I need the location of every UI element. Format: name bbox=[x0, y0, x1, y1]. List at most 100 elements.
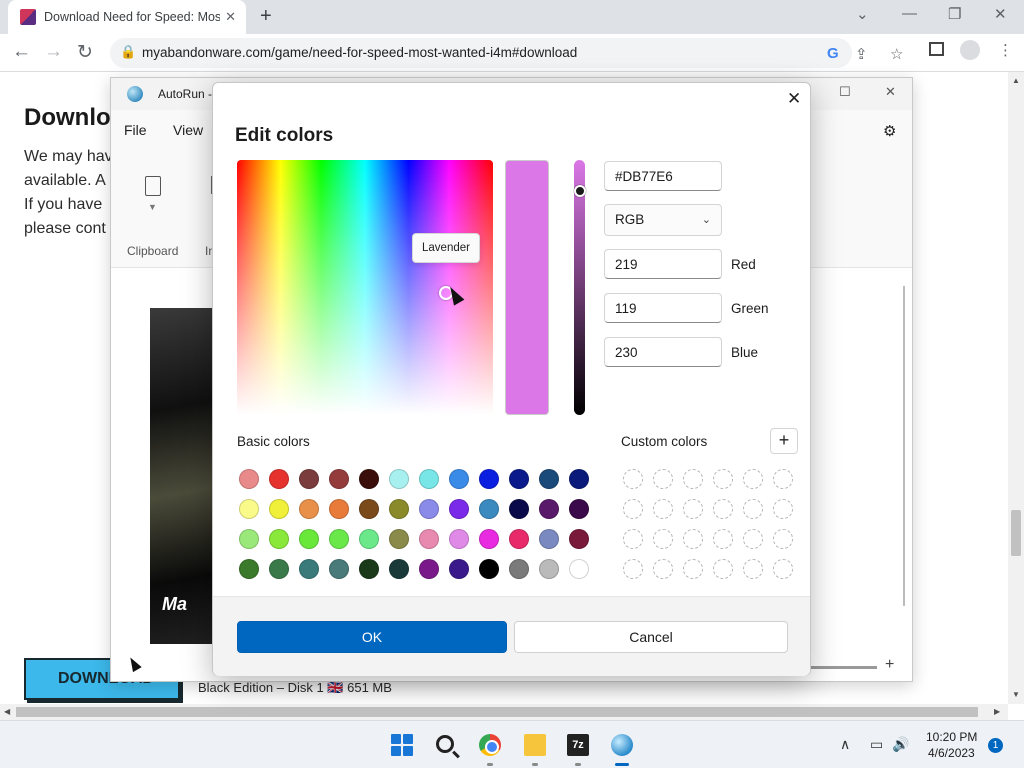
basic-color-swatch[interactable] bbox=[299, 469, 319, 489]
basic-color-swatch[interactable] bbox=[359, 499, 379, 519]
basic-color-swatch[interactable] bbox=[449, 469, 469, 489]
basic-color-swatch[interactable] bbox=[509, 499, 529, 519]
custom-color-slot[interactable] bbox=[653, 529, 673, 549]
custom-color-slot[interactable] bbox=[713, 469, 733, 489]
cancel-button[interactable]: Cancel bbox=[514, 621, 788, 653]
basic-color-swatch[interactable] bbox=[509, 559, 529, 579]
basic-color-swatch[interactable] bbox=[569, 559, 589, 579]
tray-overflow-chevron-icon[interactable]: ∧ bbox=[840, 736, 850, 753]
basic-color-swatch[interactable] bbox=[479, 469, 499, 489]
custom-color-slot[interactable] bbox=[743, 559, 763, 579]
address-bar[interactable]: 🔒 myabandonware.com/game/need-for-speed-… bbox=[110, 38, 903, 68]
profile-icon[interactable] bbox=[960, 40, 980, 60]
custom-color-slot[interactable] bbox=[683, 529, 703, 549]
basic-color-swatch[interactable] bbox=[449, 499, 469, 519]
custom-color-slot[interactable] bbox=[623, 529, 643, 549]
basic-color-swatch[interactable] bbox=[389, 529, 409, 549]
notification-badge[interactable]: 1 bbox=[988, 738, 1003, 753]
basic-color-swatch[interactable] bbox=[479, 499, 499, 519]
basic-color-swatch[interactable] bbox=[389, 559, 409, 579]
color-mode-select[interactable]: RGB ⌄ bbox=[604, 204, 722, 236]
scroll-down-arrow-icon[interactable]: ▼ bbox=[1012, 690, 1020, 699]
custom-color-slot[interactable] bbox=[653, 499, 673, 519]
autorun-close-icon[interactable]: ✕ bbox=[885, 84, 896, 100]
side-panel-icon[interactable] bbox=[929, 42, 944, 56]
basic-color-swatch[interactable] bbox=[269, 499, 289, 519]
scrollbar-thumb[interactable] bbox=[16, 707, 978, 717]
custom-color-slot[interactable] bbox=[773, 499, 793, 519]
custom-color-slot[interactable] bbox=[623, 499, 643, 519]
basic-color-swatch[interactable] bbox=[359, 529, 379, 549]
basic-color-swatch[interactable] bbox=[539, 499, 559, 519]
basic-color-swatch[interactable] bbox=[329, 499, 349, 519]
menu-view[interactable]: View bbox=[173, 122, 203, 138]
basic-color-swatch[interactable] bbox=[359, 469, 379, 489]
basic-color-swatch[interactable] bbox=[479, 559, 499, 579]
clipboard-icon[interactable] bbox=[145, 176, 161, 196]
basic-color-swatch[interactable] bbox=[569, 469, 589, 489]
basic-color-swatch[interactable] bbox=[419, 529, 439, 549]
basic-color-swatch[interactable] bbox=[359, 559, 379, 579]
basic-color-swatch[interactable] bbox=[539, 559, 559, 579]
basic-color-swatch[interactable] bbox=[269, 559, 289, 579]
blue-input[interactable] bbox=[604, 337, 722, 367]
reload-button[interactable]: ↻ bbox=[77, 41, 93, 64]
restore-button[interactable]: ❐ bbox=[948, 5, 961, 23]
bookmark-star-icon[interactable]: ☆ bbox=[890, 45, 903, 63]
new-tab-button[interactable]: + bbox=[260, 5, 272, 28]
value-slider-thumb[interactable] bbox=[574, 185, 586, 197]
scroll-right-arrow-icon[interactable]: ▶ bbox=[994, 707, 1000, 716]
url-text[interactable]: myabandonware.com/game/need-for-speed-mo… bbox=[142, 45, 577, 60]
basic-color-swatch[interactable] bbox=[299, 499, 319, 519]
menu-file[interactable]: File bbox=[124, 122, 147, 138]
basic-color-swatch[interactable] bbox=[329, 469, 349, 489]
basic-color-swatch[interactable] bbox=[239, 469, 259, 489]
basic-color-swatch[interactable] bbox=[269, 469, 289, 489]
basic-color-swatch[interactable] bbox=[509, 529, 529, 549]
basic-color-swatch[interactable] bbox=[239, 499, 259, 519]
tab-search-icon[interactable]: ⌄ bbox=[856, 5, 869, 23]
basic-color-swatch[interactable] bbox=[389, 499, 409, 519]
share-icon[interactable]: ⇪ bbox=[855, 45, 868, 63]
basic-color-swatch[interactable] bbox=[539, 529, 559, 549]
chrome-icon[interactable] bbox=[479, 734, 501, 756]
ok-button[interactable]: OK bbox=[237, 621, 507, 653]
autorun-icon[interactable] bbox=[611, 734, 633, 756]
settings-people-icon[interactable]: ⚙ bbox=[883, 122, 896, 140]
custom-color-slot[interactable] bbox=[653, 469, 673, 489]
basic-color-swatch[interactable] bbox=[419, 499, 439, 519]
custom-color-slot[interactable] bbox=[743, 529, 763, 549]
custom-color-slot[interactable] bbox=[623, 469, 643, 489]
network-icon[interactable]: ▭ bbox=[870, 736, 883, 753]
basic-color-swatch[interactable] bbox=[299, 529, 319, 549]
basic-color-swatch[interactable] bbox=[509, 469, 529, 489]
basic-color-swatch[interactable] bbox=[329, 559, 349, 579]
custom-color-slot[interactable] bbox=[713, 499, 733, 519]
zoom-in-icon[interactable]: + bbox=[885, 656, 894, 674]
scroll-up-arrow-icon[interactable]: ▲ bbox=[1012, 76, 1020, 85]
start-icon[interactable] bbox=[391, 734, 413, 756]
basic-color-swatch[interactable] bbox=[389, 469, 409, 489]
clock-time[interactable]: 10:20 PM bbox=[926, 730, 977, 744]
hex-input[interactable] bbox=[604, 161, 722, 191]
basic-color-swatch[interactable] bbox=[539, 469, 559, 489]
basic-color-swatch[interactable] bbox=[419, 559, 439, 579]
menu-icon[interactable]: ⋮ bbox=[998, 41, 1013, 59]
minimize-button[interactable]: — bbox=[902, 5, 917, 22]
forward-button[interactable]: → bbox=[44, 41, 63, 63]
volume-icon[interactable]: 🔊 bbox=[892, 736, 909, 753]
page-vertical-scrollbar[interactable]: ▲ ▼ bbox=[1008, 72, 1024, 704]
basic-color-swatch[interactable] bbox=[329, 529, 349, 549]
chevron-down-icon[interactable]: ▼ bbox=[148, 202, 157, 212]
back-button[interactable]: ← bbox=[12, 41, 31, 63]
basic-color-swatch[interactable] bbox=[569, 529, 589, 549]
value-slider[interactable] bbox=[574, 160, 585, 415]
custom-color-slot[interactable] bbox=[653, 559, 673, 579]
basic-color-swatch[interactable] bbox=[419, 469, 439, 489]
basic-color-swatch[interactable] bbox=[239, 529, 259, 549]
custom-color-slot[interactable] bbox=[743, 469, 763, 489]
basic-color-swatch[interactable] bbox=[569, 499, 589, 519]
autorun-maximize-icon[interactable]: ☐ bbox=[839, 84, 851, 100]
custom-color-slot[interactable] bbox=[623, 559, 643, 579]
basic-color-swatch[interactable] bbox=[449, 559, 469, 579]
